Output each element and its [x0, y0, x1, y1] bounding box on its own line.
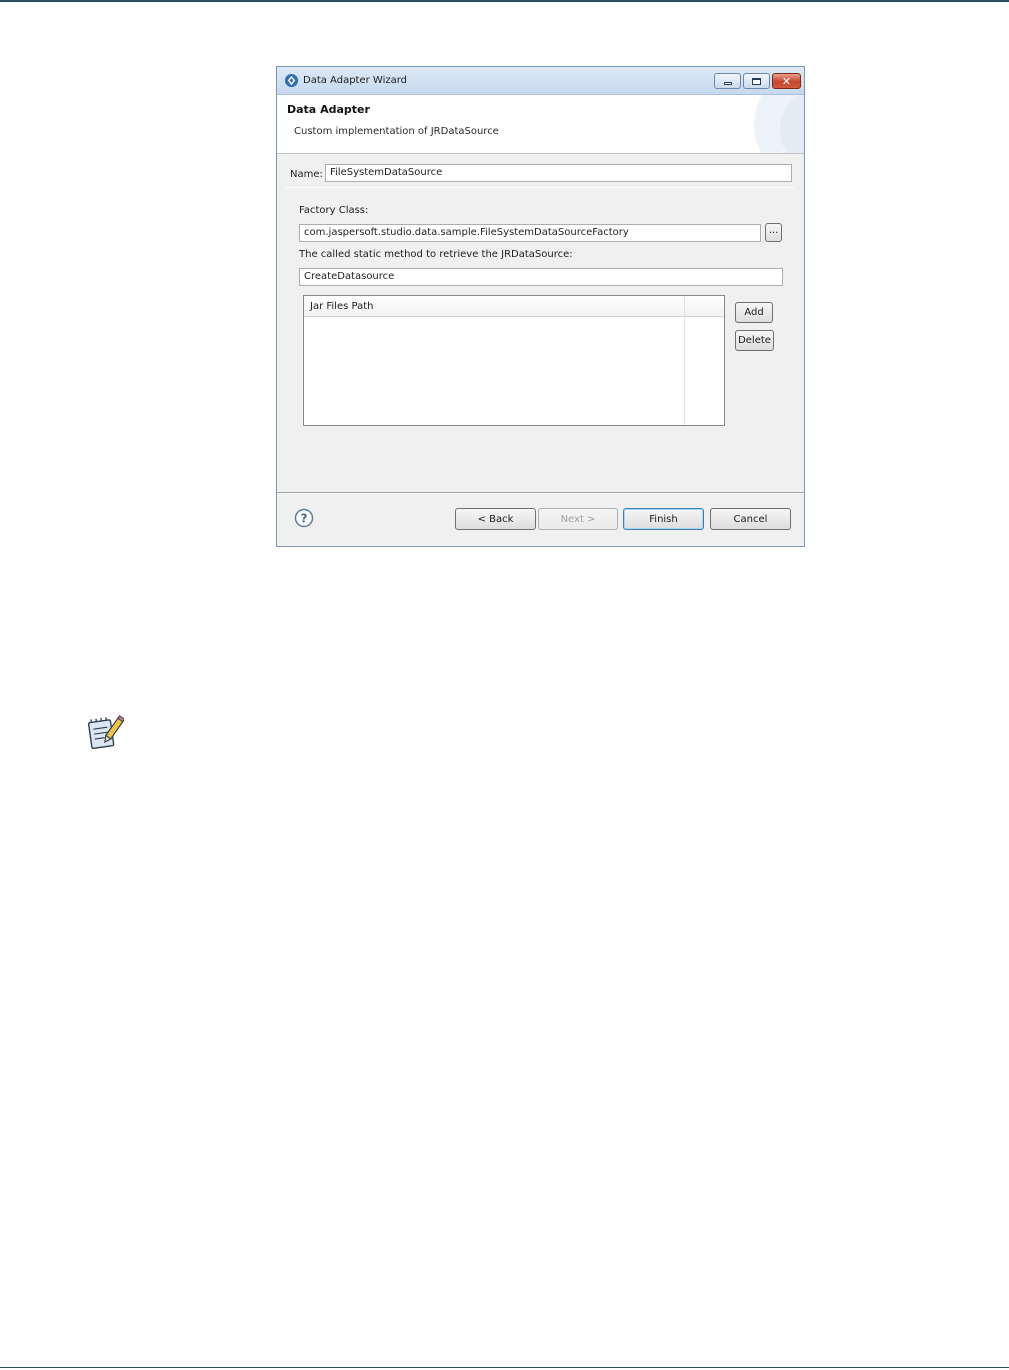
close-button[interactable]: ✕ — [772, 73, 801, 89]
add-button[interactable]: Add — [735, 302, 773, 323]
back-button[interactable]: < Back — [455, 508, 536, 530]
help-icon[interactable]: ? — [294, 508, 314, 528]
next-button[interactable]: Next > — [538, 508, 618, 530]
column-header-jar-files-path[interactable]: Jar Files Path — [310, 301, 373, 312]
note-pencil-icon — [87, 715, 124, 750]
cancel-button[interactable]: Cancel — [710, 508, 791, 530]
wizard-footer: ? < Back Next > Finish Cancel — [277, 492, 804, 546]
table-header: Jar Files Path — [304, 296, 724, 317]
data-adapter-wizard-dialog: Data Adapter Wizard ✕ Data Adapter Custo… — [276, 66, 805, 547]
factory-class-field[interactable]: com.jaspersoft.studio.data.sample.FileSy… — [299, 224, 761, 242]
delete-button[interactable]: Delete — [735, 330, 774, 351]
finish-button[interactable]: Finish — [623, 508, 704, 530]
close-icon: ✕ — [781, 74, 792, 88]
name-separator — [285, 187, 794, 188]
name-label: Name: — [290, 169, 323, 180]
column-divider — [684, 296, 685, 425]
maximize-icon — [752, 77, 761, 85]
header-decoration — [754, 95, 804, 153]
page-title: Data Adapter — [287, 103, 370, 116]
minimize-icon — [723, 82, 732, 85]
page-top-rule — [0, 0, 1009, 2]
maximize-button[interactable] — [743, 73, 770, 89]
wizard-content: Name: FileSystemDataSource Factory Class… — [277, 154, 804, 492]
static-method-field[interactable]: CreateDatasource — [299, 268, 783, 286]
svg-text:?: ? — [301, 512, 308, 526]
data-adapter-icon — [284, 73, 299, 88]
factory-class-label: Factory Class: — [299, 205, 369, 216]
wizard-header: Data Adapter Custom implementation of JR… — [277, 95, 804, 154]
title-bar[interactable]: Data Adapter Wizard ✕ — [277, 67, 804, 95]
static-method-label: The called static method to retrieve the… — [299, 249, 573, 260]
window-title: Data Adapter Wizard — [303, 75, 408, 86]
page-bottom-rule — [0, 1367, 1009, 1368]
jar-files-table[interactable]: Jar Files Path — [303, 295, 725, 426]
name-field[interactable]: FileSystemDataSource — [325, 164, 792, 182]
browse-button[interactable]: ... — [765, 223, 782, 242]
page-description: Custom implementation of JRDataSource — [294, 126, 499, 137]
minimize-button[interactable] — [714, 73, 741, 89]
